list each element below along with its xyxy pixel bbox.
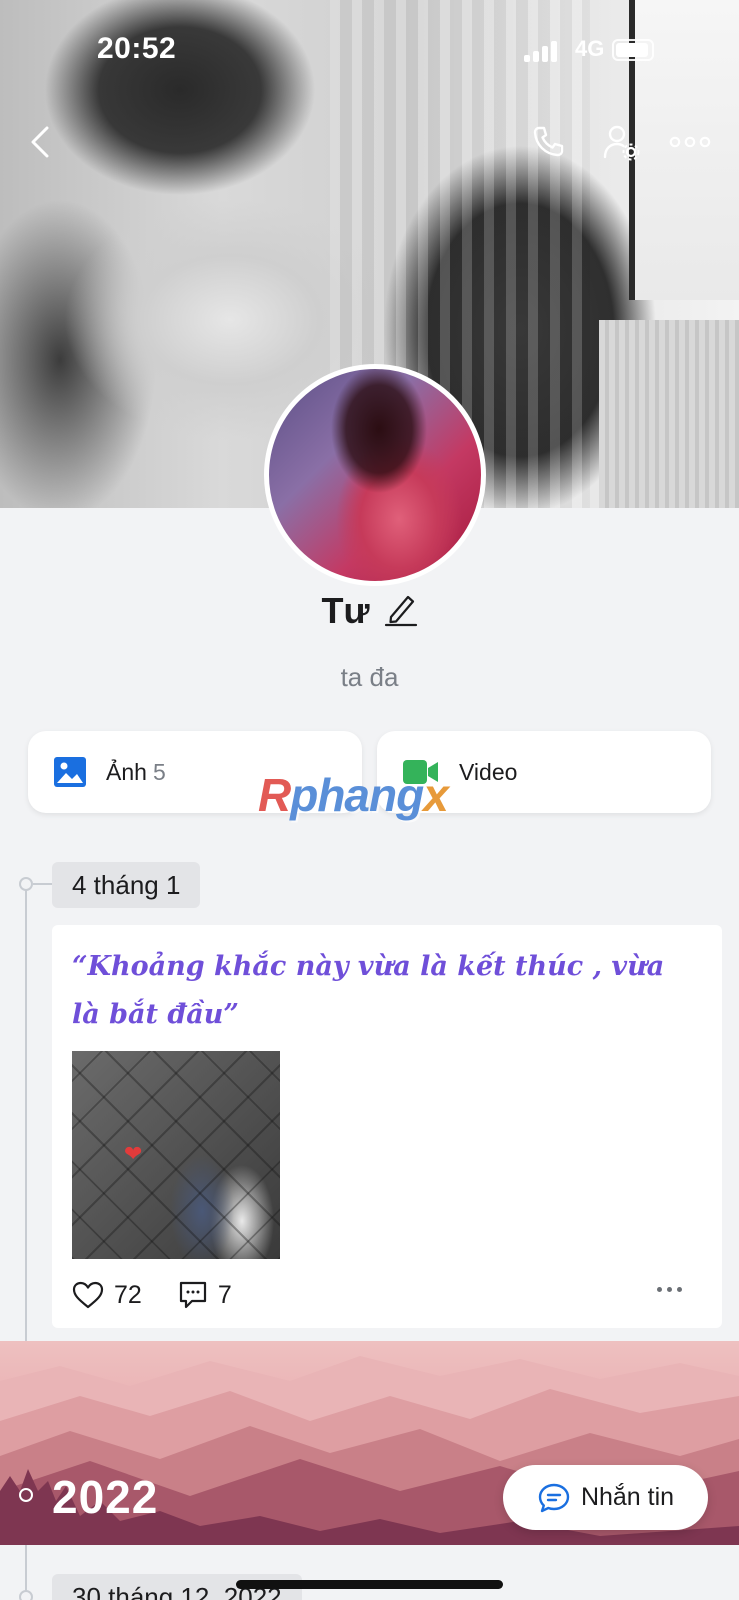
profile-name-row: Tư xyxy=(0,590,739,632)
post-actions: 72 7 xyxy=(72,1275,702,1315)
like-count: 72 xyxy=(114,1280,142,1309)
cover-radiator xyxy=(599,320,739,508)
videos-label: Video xyxy=(459,758,518,785)
timeline-dot xyxy=(19,877,33,891)
more-options-button[interactable] xyxy=(666,118,714,166)
like-button[interactable]: 72 xyxy=(72,1281,142,1310)
send-message-label: Nhắn tin xyxy=(580,1483,675,1511)
phone-icon xyxy=(533,126,564,157)
back-button[interactable] xyxy=(16,118,64,166)
comment-button[interactable]: 7 xyxy=(178,1280,232,1310)
post-photo[interactable]: ❤ xyxy=(72,1051,280,1259)
post-text: “Khoảng khắc này vừa là kết thúc , vừa l… xyxy=(72,951,665,1030)
photos-count: 5 xyxy=(152,758,166,785)
pencil-icon xyxy=(384,595,417,626)
timeline-dot-2 xyxy=(19,1590,33,1600)
profile-avatar[interactable] xyxy=(264,364,486,586)
post-more-button[interactable] xyxy=(657,1287,682,1292)
user-settings-icon xyxy=(603,125,640,161)
comment-count: 7 xyxy=(217,1280,232,1309)
chevron-left-icon xyxy=(31,126,49,158)
home-indicator xyxy=(236,1580,503,1589)
photo-floor-pattern xyxy=(72,1051,280,1259)
chat-bubble-icon xyxy=(538,1483,570,1512)
image-icon xyxy=(54,757,86,787)
battery-icon xyxy=(612,39,654,61)
profile-settings-button[interactable] xyxy=(598,118,646,166)
status-time: 20:52 xyxy=(97,32,177,65)
post-date-chip: 4 tháng 1 xyxy=(52,862,201,908)
profile-name: Tư xyxy=(321,590,370,631)
heart-icon xyxy=(72,1281,104,1309)
timeline-tick xyxy=(33,883,52,885)
watermark-logo: Rphangx xyxy=(258,769,449,821)
signal-icon xyxy=(524,40,564,62)
timeline-post[interactable]: “Khoảng khắc này vừa là kết thúc , vừa l… xyxy=(52,925,722,1328)
photos-label: Ảnh xyxy=(106,758,147,785)
call-button[interactable] xyxy=(524,118,572,166)
year-dot xyxy=(19,1488,33,1502)
year-label: 2022 xyxy=(52,1471,159,1523)
status-bar: 20:52 4G xyxy=(0,0,739,100)
heart-sticker-icon: ❤ xyxy=(124,1141,143,1166)
send-message-button[interactable]: Nhắn tin xyxy=(503,1465,708,1530)
edit-name-button[interactable] xyxy=(384,591,418,632)
network-type: 4G xyxy=(575,36,605,61)
profile-bio: ta đa xyxy=(340,662,399,692)
more-horizontal-icon xyxy=(669,136,711,148)
comment-icon xyxy=(179,1281,206,1309)
